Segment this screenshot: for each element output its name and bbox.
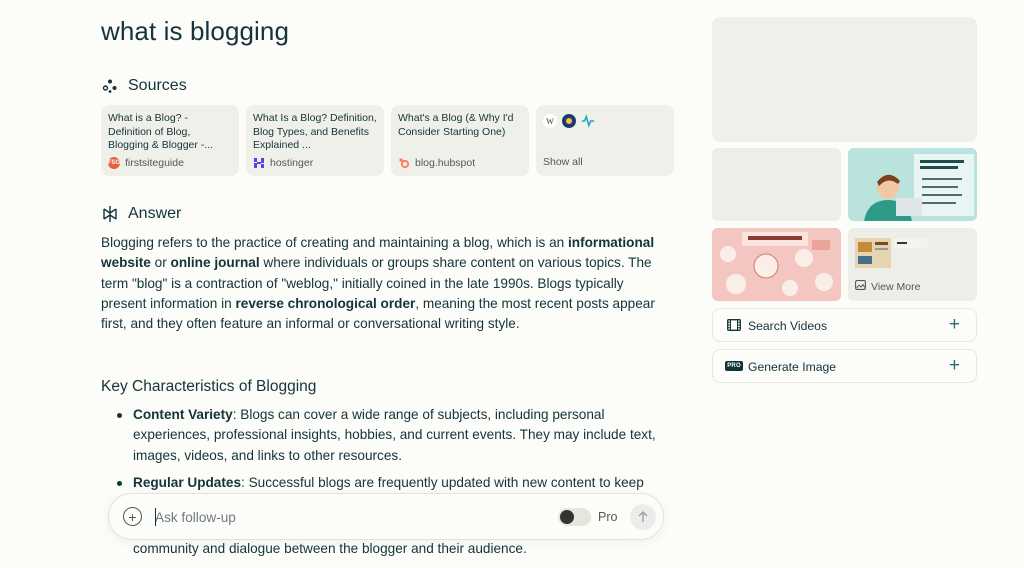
source-site: firstsiteguide xyxy=(125,157,184,169)
text-caret xyxy=(155,508,156,526)
film-icon xyxy=(727,319,741,331)
source-site: blog.hubspot xyxy=(415,157,476,169)
show-all-sources-card[interactable]: W Show all xyxy=(536,105,674,176)
source-card[interactable]: What Is a Blog? Definition, Blog Types, … xyxy=(246,105,384,176)
generate-image-button[interactable]: PRO Generate Image + xyxy=(712,349,977,383)
pro-label: Pro xyxy=(598,510,618,524)
attach-plus-icon[interactable]: + xyxy=(123,507,142,526)
add-plus-icon: + xyxy=(948,355,960,376)
answer-heading: Answer xyxy=(101,205,181,223)
search-videos-label: Search Videos xyxy=(748,319,828,333)
source-card[interactable]: What's a Blog (& Why I'd Consider Starti… xyxy=(391,105,529,176)
sidebar-placeholder-panel xyxy=(712,17,977,142)
sources-heading-label: Sources xyxy=(128,77,187,94)
send-button[interactable] xyxy=(630,504,656,530)
hubspot-favicon-icon xyxy=(398,157,410,169)
site-badge-icon xyxy=(562,114,576,128)
followup-input[interactable] xyxy=(155,506,535,528)
search-videos-button[interactable]: Search Videos + xyxy=(712,308,977,342)
answer-icon xyxy=(101,205,119,223)
followup-bar: + Pro xyxy=(108,493,664,540)
source-title: What is a Blog? - Definition of Blog, Bl… xyxy=(108,112,214,151)
source-card[interactable]: What is a Blog? - Definition of Blog, Bl… xyxy=(101,105,239,176)
view-more-images-tile[interactable]: View More xyxy=(848,228,977,301)
characteristics-list: Content Variety: Blogs can cover a wide … xyxy=(101,405,671,500)
answer-paragraph: Blogging refers to the practice of creat… xyxy=(101,235,655,332)
answer-tail-text: community and dialogue between the blogg… xyxy=(133,541,527,556)
list-item: Content Variety: Blogs can cover a wide … xyxy=(101,405,671,466)
image-result-tile[interactable] xyxy=(712,228,841,301)
hostinger-favicon-icon xyxy=(253,157,265,169)
image-result-tile[interactable] xyxy=(712,148,841,221)
pro-badge-icon: PRO xyxy=(725,361,743,371)
firstsiteguide-favicon-icon: FSG xyxy=(108,157,120,169)
image-icon xyxy=(855,280,866,293)
source-title: What Is a Blog? Definition, Blog Types, … xyxy=(253,112,377,151)
query-title: what is blogging xyxy=(101,16,290,46)
section-heading: Key Characteristics of Blogging xyxy=(101,378,317,395)
generate-image-label: Generate Image xyxy=(748,360,837,374)
source-site: hostinger xyxy=(270,157,314,169)
sources-icon xyxy=(101,77,119,95)
pro-toggle[interactable] xyxy=(558,508,591,526)
wikipedia-icon: W xyxy=(543,114,557,128)
image-result-tile[interactable] xyxy=(848,148,977,221)
sources-list: What is a Blog? - Definition of Blog, Bl… xyxy=(101,105,674,176)
answer-heading-label: Answer xyxy=(128,205,182,222)
source-title: What's a Blog (& Why I'd Consider Starti… xyxy=(398,112,514,138)
sources-heading: Sources xyxy=(101,77,187,95)
view-more-label: View More xyxy=(871,280,921,293)
show-all-label: Show all xyxy=(543,156,583,168)
pulse-icon xyxy=(581,114,595,128)
list-item: Regular Updates: Successful blogs are fr… xyxy=(101,473,671,493)
add-plus-icon: + xyxy=(948,314,960,335)
